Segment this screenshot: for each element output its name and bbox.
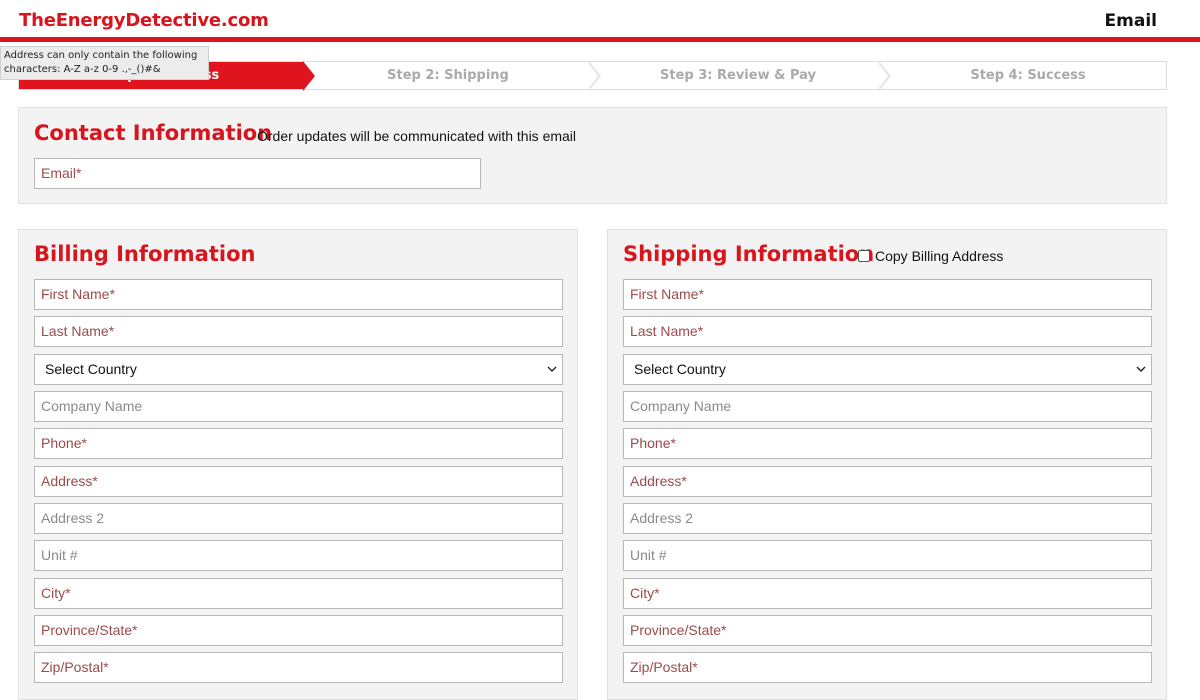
billing-country-value: Select Country <box>45 361 137 377</box>
billing-first-name-field[interactable]: First Name* <box>34 279 563 310</box>
copy-billing-checkbox[interactable] <box>858 250 870 262</box>
step-3-review-pay[interactable]: Step 3: Review & Pay <box>597 62 879 89</box>
step-4-success[interactable]: Step 4: Success <box>889 62 1167 89</box>
chevron-down-icon <box>1136 366 1146 372</box>
shipping-zip-field[interactable]: Zip/Postal* <box>623 652 1152 683</box>
billing-province-field[interactable]: Province/State* <box>34 615 563 646</box>
shipping-title: Shipping Information <box>623 242 875 266</box>
billing-title: Billing Information <box>34 242 256 266</box>
top-header: TheEnergyDetective.com Email <box>0 0 1200 42</box>
step-2-shipping[interactable]: Step 2: Shipping <box>307 62 589 89</box>
copy-billing-label[interactable]: Copy Billing Address <box>875 248 1003 264</box>
shipping-address2-field[interactable]: Address 2 <box>623 503 1152 534</box>
billing-address-field[interactable]: Address* <box>34 466 563 497</box>
shipping-last-name-field[interactable]: Last Name* <box>623 316 1152 347</box>
address-tooltip: Address can only contain the following c… <box>0 46 209 80</box>
shipping-unit-field[interactable]: Unit # <box>623 540 1152 571</box>
shipping-phone-field[interactable]: Phone* <box>623 428 1152 459</box>
billing-zip-field[interactable]: Zip/Postal* <box>34 652 563 683</box>
shipping-country-select[interactable]: Select Country <box>623 354 1152 385</box>
shipping-address-field[interactable]: Address* <box>623 466 1152 497</box>
shipping-information-panel: Shipping Information Copy Billing Addres… <box>607 229 1167 700</box>
shipping-city-field[interactable]: City* <box>623 578 1152 609</box>
contact-information-panel: Contact Information Order updates will b… <box>18 107 1167 204</box>
shipping-first-name-field[interactable]: First Name* <box>623 279 1152 310</box>
billing-city-field[interactable]: City* <box>34 578 563 609</box>
shipping-country-value: Select Country <box>634 361 726 377</box>
billing-phone-field[interactable]: Phone* <box>34 428 563 459</box>
shipping-company-field[interactable]: Company Name <box>623 391 1152 422</box>
chevron-down-icon <box>547 366 557 372</box>
billing-company-field[interactable]: Company Name <box>34 391 563 422</box>
contact-title: Contact Information <box>34 121 273 145</box>
billing-information-panel: Billing Information First Name* Last Nam… <box>18 229 578 700</box>
contact-subtitle: Order updates will be communicated with … <box>257 128 577 144</box>
email-link[interactable]: Email <box>1105 11 1157 31</box>
billing-address2-field[interactable]: Address 2 <box>34 503 563 534</box>
shipping-province-field[interactable]: Province/State* <box>623 615 1152 646</box>
site-logo[interactable]: TheEnergyDetective.com <box>19 10 269 31</box>
billing-unit-field[interactable]: Unit # <box>34 540 563 571</box>
copy-billing-option[interactable]: Copy Billing Address <box>858 248 1003 264</box>
billing-country-select[interactable]: Select Country <box>34 354 563 385</box>
email-field[interactable]: Email* <box>34 158 481 189</box>
billing-last-name-field[interactable]: Last Name* <box>34 316 563 347</box>
